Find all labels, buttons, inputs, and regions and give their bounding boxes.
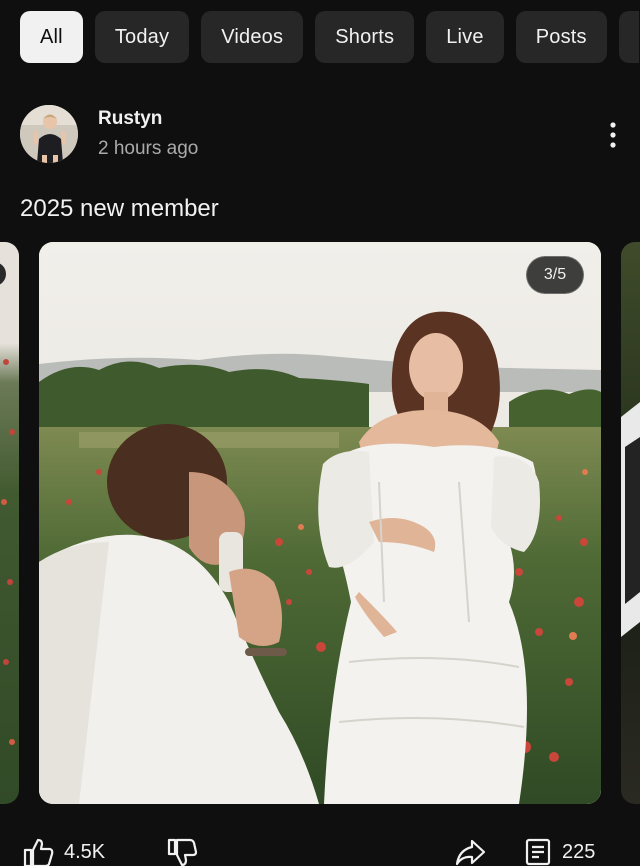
chip-posts[interactable]: Posts <box>515 11 607 63</box>
post-time: 2 hours ago <box>98 138 199 159</box>
like-button[interactable]: 4.5K <box>22 838 105 866</box>
avatar[interactable] <box>20 105 78 163</box>
post-author[interactable]: Rustyn <box>98 108 162 130</box>
dislike-button[interactable] <box>166 838 198 866</box>
comment-icon <box>525 838 551 866</box>
post-text: 2025 new member <box>20 195 219 222</box>
image-counter-badge: 3/5 <box>526 256 584 294</box>
comment-button[interactable]: 225 <box>524 838 595 866</box>
chip-live[interactable]: Live <box>426 11 504 63</box>
chip-shorts[interactable]: Shorts <box>315 11 415 63</box>
carousel-image[interactable] <box>39 242 601 804</box>
more-vert-icon[interactable] <box>598 118 628 152</box>
share-icon <box>455 839 486 866</box>
comment-count: 225 <box>562 840 596 863</box>
thumbs-down-icon <box>167 838 198 866</box>
chip-next-partial[interactable] <box>618 11 639 63</box>
like-count: 4.5K <box>64 840 106 863</box>
avatar-image <box>20 105 78 163</box>
post-action-bar: 4.5K 225 <box>0 830 640 866</box>
chip-all[interactable]: All <box>20 11 83 63</box>
filter-chip-bar: All Today Videos Shorts Live Posts <box>20 11 639 63</box>
thumbs-up-icon <box>23 838 54 866</box>
next-slide-peek[interactable] <box>621 242 640 804</box>
share-button[interactable] <box>454 838 486 866</box>
chip-videos[interactable]: Videos <box>201 11 304 63</box>
maternity-photo <box>39 242 601 804</box>
previous-slide-peek[interactable] <box>0 242 19 804</box>
chip-today[interactable]: Today <box>94 11 190 63</box>
